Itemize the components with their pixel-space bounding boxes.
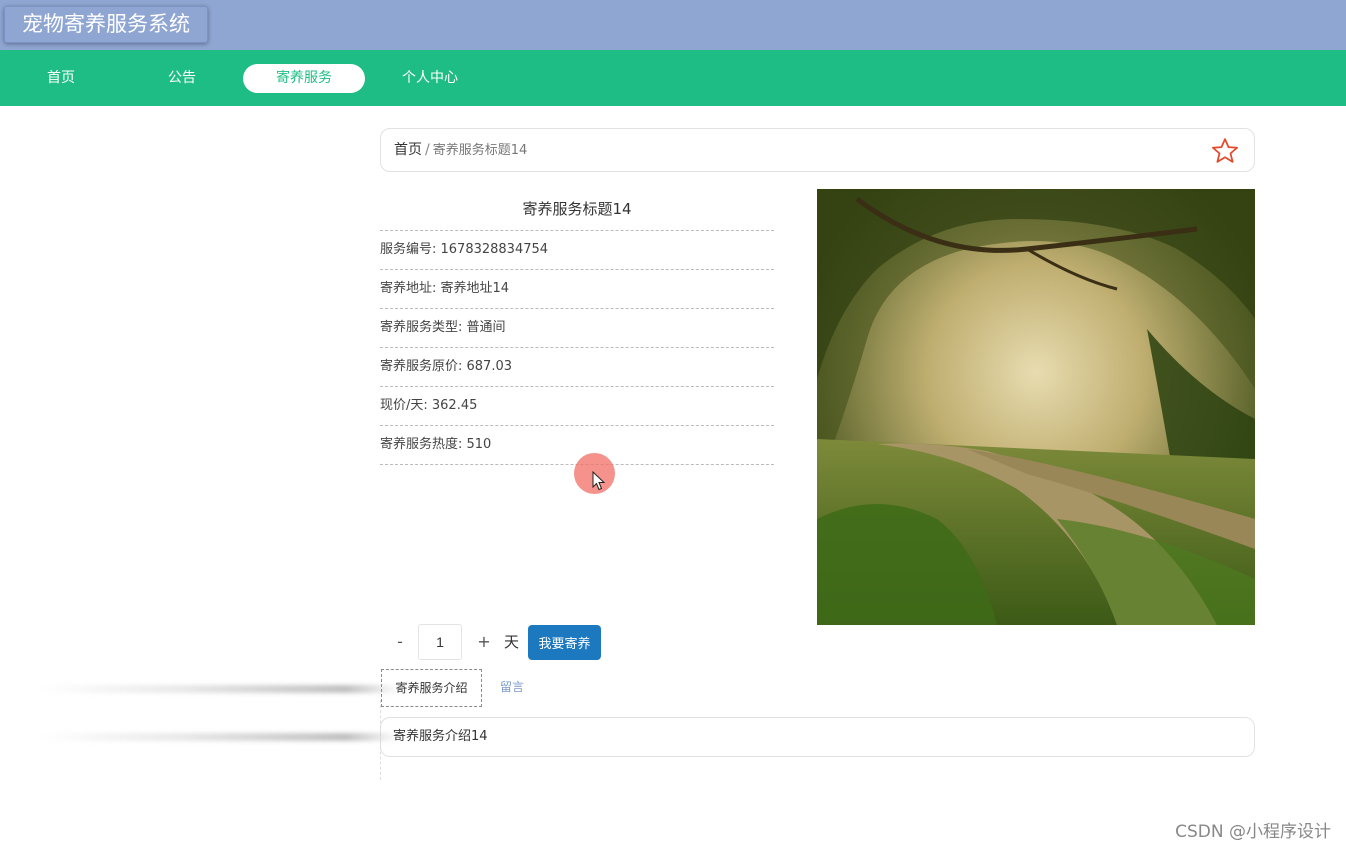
mouse-cursor-icon — [592, 471, 606, 491]
breadcrumb: 首页 / 寄养服务标题14 — [380, 128, 1255, 172]
service-number: 服务编号: 1678328834754 — [380, 231, 774, 270]
increase-button[interactable]: + — [472, 624, 496, 660]
breadcrumb-current: 寄养服务标题14 — [432, 143, 528, 158]
book-boarding-button[interactable]: 我要寄养 — [528, 625, 601, 660]
days-unit-label: 天 — [504, 633, 520, 651]
service-image — [817, 189, 1255, 625]
tab-messages[interactable]: 留言 — [500, 669, 524, 707]
nav-item-announcements[interactable]: 公告 — [121, 64, 243, 93]
nav-item-boarding-service[interactable]: 寄养服务 — [243, 64, 365, 93]
decrease-button[interactable]: - — [388, 624, 412, 660]
nav-item-personal-center[interactable]: 个人中心 — [369, 64, 491, 93]
breadcrumb-home-link[interactable]: 首页 — [394, 142, 422, 158]
main-nav: 首页 公告 寄养服务 个人中心 — [0, 50, 1346, 106]
quantity-input[interactable] — [418, 624, 462, 660]
original-price: 寄养服务原价: 687.03 — [380, 348, 774, 387]
popularity: 寄养服务热度: 510 — [380, 426, 774, 465]
current-price: 现价/天: 362.45 — [380, 387, 774, 426]
tab-content: 寄养服务介绍14 — [380, 717, 1255, 757]
service-title: 寄养服务标题14 — [380, 190, 774, 231]
top-header: 宠物寄养服务系统 — [0, 0, 1346, 50]
motion-blur — [40, 733, 400, 741]
nav-item-home[interactable]: 首页 — [0, 64, 122, 93]
divider — [380, 700, 381, 780]
watermark: CSDN @小程序设计 — [1175, 822, 1331, 842]
star-outline-icon[interactable] — [1210, 136, 1240, 166]
tab-service-intro[interactable]: 寄养服务介绍 — [381, 669, 482, 707]
service-info-panel: 寄养服务标题14 服务编号: 1678328834754 寄养地址: 寄养地址1… — [380, 190, 774, 465]
app-title: 宠物寄养服务系统 — [4, 6, 208, 43]
boarding-address: 寄养地址: 寄养地址14 — [380, 270, 774, 309]
motion-blur — [40, 685, 400, 693]
boarding-type: 寄养服务类型: 普通间 — [380, 309, 774, 348]
breadcrumb-separator: / — [425, 142, 430, 158]
